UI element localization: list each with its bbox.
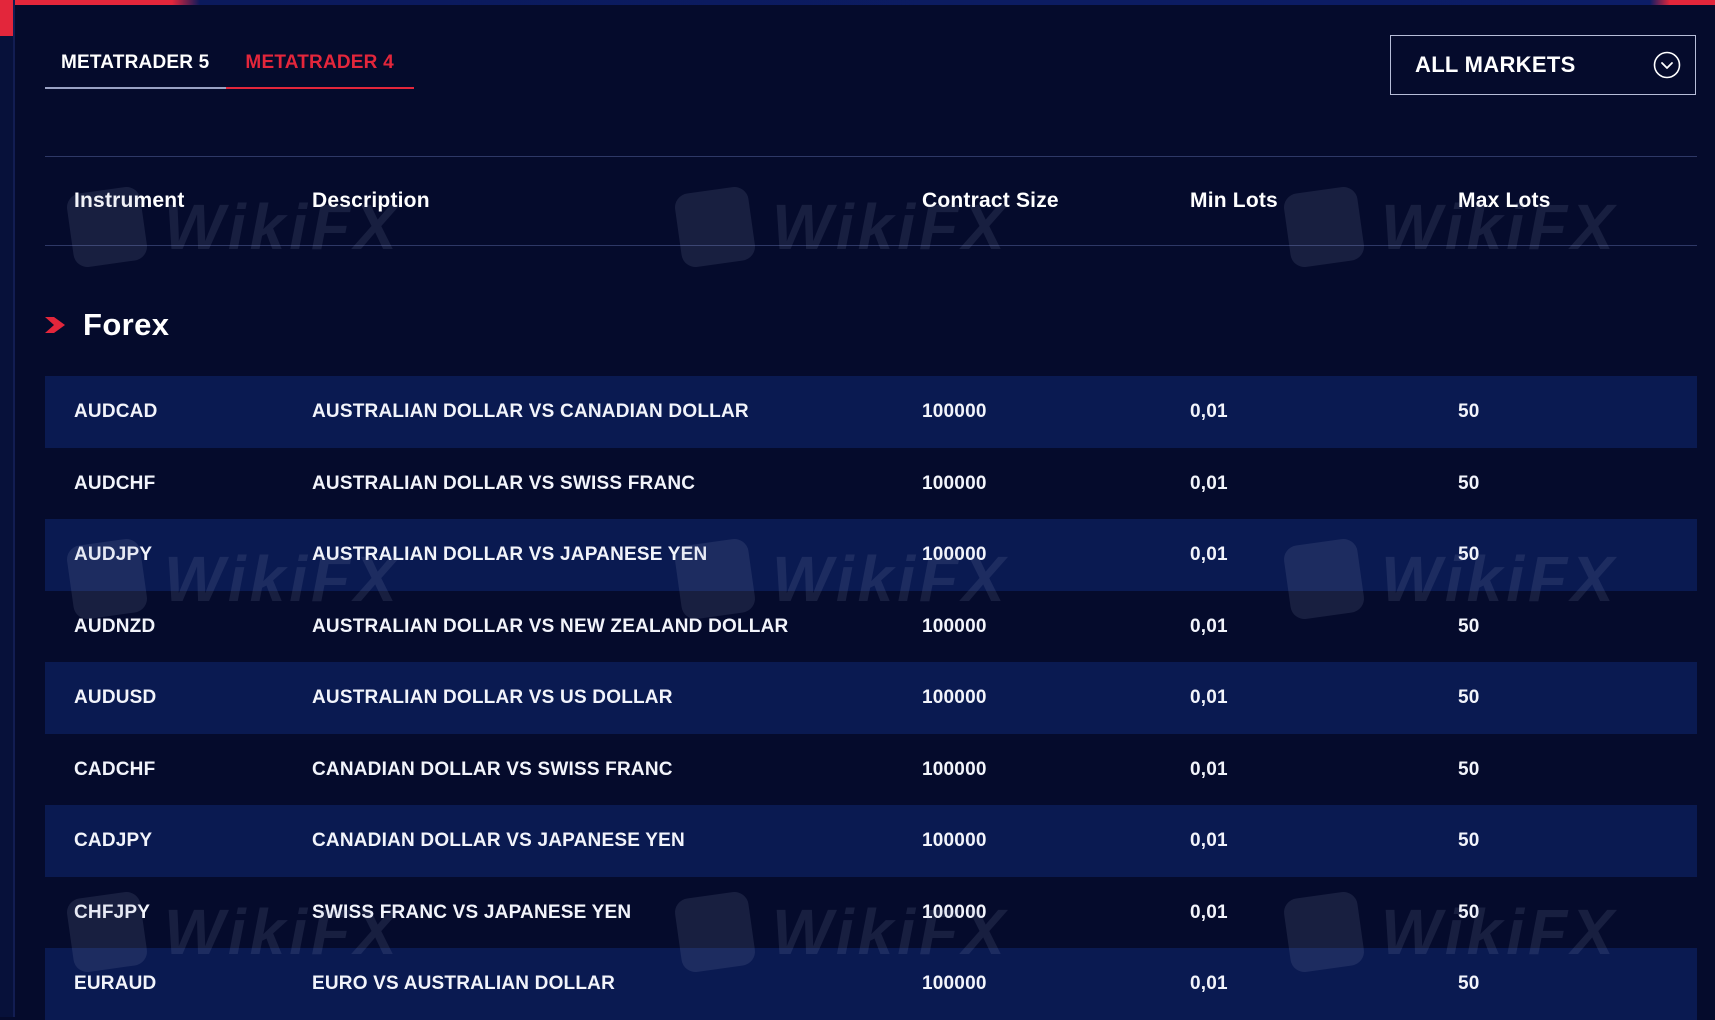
- tab-metatrader-4[interactable]: METATRADER 4: [226, 40, 414, 89]
- cell-max-lots: 50: [1458, 758, 1480, 780]
- cell-contract-size: 100000: [922, 544, 987, 565]
- cell-description: AUSTRALIAN DOLLAR VS NEW ZEALAND DOLLAR: [312, 615, 789, 637]
- table-row[interactable]: AUDNZD AUSTRALIAN DOLLAR VS NEW ZEALAND …: [45, 591, 1697, 663]
- table-row[interactable]: CADCHF CANADIAN DOLLAR VS SWISS FRANC 10…: [45, 734, 1697, 806]
- cell-description: CANADIAN DOLLAR VS JAPANESE YEN: [312, 830, 685, 851]
- cell-min-lots: 0,01: [1190, 830, 1228, 851]
- chevron-down-circle-icon: [1653, 51, 1681, 79]
- cell-instrument: AUDCAD: [74, 401, 158, 422]
- header-contract-size: Contract Size: [922, 189, 1059, 212]
- cell-contract-size: 100000: [922, 401, 987, 422]
- table-row[interactable]: EURAUD EURO VS AUSTRALIAN DOLLAR 100000 …: [45, 948, 1697, 1020]
- table-row[interactable]: AUDCHF AUSTRALIAN DOLLAR VS SWISS FRANC …: [45, 448, 1697, 520]
- cell-max-lots: 50: [1458, 615, 1480, 637]
- cell-max-lots: 50: [1458, 830, 1480, 851]
- cell-description: EURO VS AUSTRALIAN DOLLAR: [312, 973, 616, 994]
- cell-contract-size: 100000: [922, 687, 987, 708]
- cell-instrument: AUDJPY: [74, 544, 153, 565]
- cell-instrument: AUDCHF: [74, 472, 156, 494]
- section-forex[interactable]: Forex: [45, 300, 169, 350]
- cell-min-lots: 0,01: [1190, 401, 1228, 422]
- cell-description: AUSTRALIAN DOLLAR VS US DOLLAR: [312, 687, 673, 708]
- cell-min-lots: 0,01: [1190, 687, 1228, 708]
- cell-contract-size: 100000: [922, 901, 987, 923]
- market-filter-dropdown[interactable]: ALL MARKETS: [1390, 35, 1696, 95]
- cell-max-lots: 50: [1458, 973, 1480, 994]
- left-edge-border: [0, 0, 15, 1017]
- tab-metatrader-5[interactable]: METATRADER 5: [45, 40, 226, 87]
- table-row[interactable]: AUDJPY AUSTRALIAN DOLLAR VS JAPANESE YEN…: [45, 519, 1697, 591]
- platform-tabs: METATRADER 5 METATRADER 4: [45, 40, 414, 89]
- cell-description: AUSTRALIAN DOLLAR VS JAPANESE YEN: [312, 544, 708, 565]
- cell-instrument: AUDUSD: [74, 687, 157, 708]
- cell-description: AUSTRALIAN DOLLAR VS CANADIAN DOLLAR: [312, 401, 749, 422]
- header-max-lots: Max Lots: [1458, 189, 1551, 212]
- top-accent-strip: [0, 0, 1715, 5]
- cell-contract-size: 100000: [922, 758, 987, 780]
- table-header-divider: [45, 245, 1697, 246]
- instrument-table-body: AUDCAD AUSTRALIAN DOLLAR VS CANADIAN DOL…: [45, 376, 1697, 1020]
- cell-instrument: AUDNZD: [74, 615, 156, 637]
- cell-description: AUSTRALIAN DOLLAR VS SWISS FRANC: [312, 472, 696, 494]
- left-accent-mark: [0, 0, 13, 36]
- cell-description: SWISS FRANC VS JAPANESE YEN: [312, 901, 632, 923]
- cell-max-lots: 50: [1458, 544, 1480, 565]
- table-row[interactable]: CADJPY CANADIAN DOLLAR VS JAPANESE YEN 1…: [45, 805, 1697, 877]
- cell-max-lots: 50: [1458, 401, 1480, 422]
- header-description: Description: [312, 189, 430, 212]
- table-row[interactable]: AUDCAD AUSTRALIAN DOLLAR VS CANADIAN DOL…: [45, 376, 1697, 448]
- cell-max-lots: 50: [1458, 472, 1480, 494]
- cell-instrument: EURAUD: [74, 973, 157, 994]
- cell-contract-size: 100000: [922, 615, 987, 637]
- section-title: Forex: [83, 307, 170, 342]
- chevron-right-icon: [45, 317, 65, 333]
- cell-contract-size: 100000: [922, 472, 987, 494]
- table-row[interactable]: CHFJPY SWISS FRANC VS JAPANESE YEN 10000…: [45, 877, 1697, 949]
- cell-min-lots: 0,01: [1190, 615, 1228, 637]
- cell-instrument: CADJPY: [74, 830, 153, 851]
- header-instrument: Instrument: [74, 189, 185, 212]
- cell-min-lots: 0,01: [1190, 901, 1228, 923]
- cell-max-lots: 50: [1458, 901, 1480, 923]
- cell-max-lots: 50: [1458, 687, 1480, 708]
- header-min-lots: Min Lots: [1190, 189, 1278, 212]
- table-header: Instrument Description Contract Size Min…: [45, 157, 1697, 245]
- cell-description: CANADIAN DOLLAR VS SWISS FRANC: [312, 758, 673, 780]
- cell-min-lots: 0,01: [1190, 973, 1228, 994]
- cell-instrument: CADCHF: [74, 758, 156, 780]
- cell-instrument: CHFJPY: [74, 901, 151, 923]
- cell-min-lots: 0,01: [1190, 544, 1228, 565]
- cell-min-lots: 0,01: [1190, 758, 1228, 780]
- cell-min-lots: 0,01: [1190, 472, 1228, 494]
- table-row[interactable]: AUDUSD AUSTRALIAN DOLLAR VS US DOLLAR 10…: [45, 662, 1697, 734]
- left-rule: [13, 0, 15, 1017]
- market-filter-value: ALL MARKETS: [1415, 52, 1576, 77]
- cell-contract-size: 100000: [922, 973, 987, 994]
- cell-contract-size: 100000: [922, 830, 987, 851]
